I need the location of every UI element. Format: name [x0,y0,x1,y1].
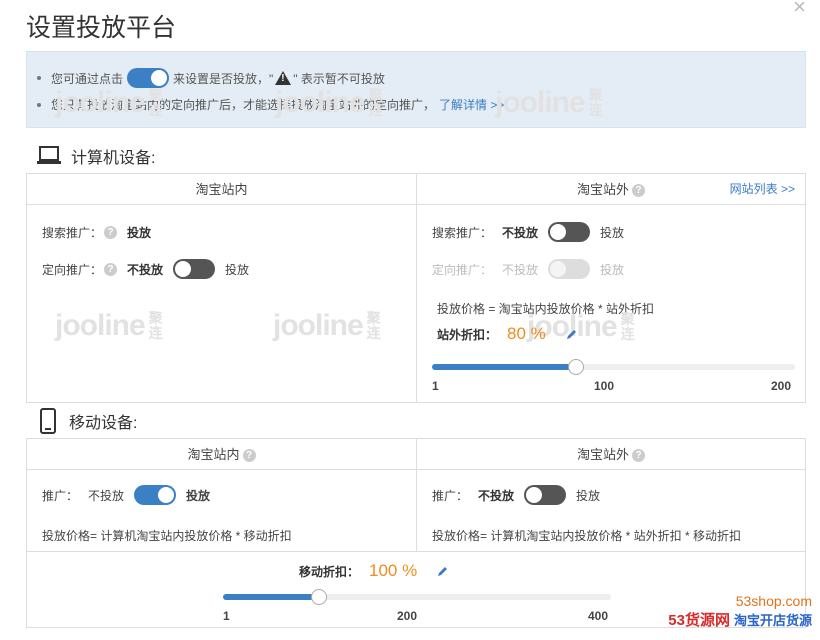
mobile-outside-promo-toggle[interactable] [524,485,567,505]
pc-heading-text: 计算机设备: [71,150,156,167]
pc-outside-rate-row: 站外折扣： 80 % [437,324,578,344]
help-icon[interactable]: ? [242,449,256,463]
pc-inside-column: 淘宝站内 搜索推广： ? 投放 定向推广： ? 不投放 投放 jooline 聚连… [27,174,417,402]
notice-text: 您只有投放淘宝站内的定向推广后，才能选择投放淘宝站外的定向推广， [51,98,436,112]
pc-inside-search-row: 搜索推广： ? 投放 [42,224,161,241]
pc-outside-rate-slider[interactable] [432,359,795,375]
pc-inside-targeted-toggle[interactable] [173,259,216,279]
notice-text: 您可通过点击 [51,71,124,86]
notice-line-1: 您可通过点击 来设置是否投放，" ! " 表示暂不可投放 [37,68,385,88]
watermark-logo: jooline 聚连 [55,309,163,342]
edit-pencil-icon[interactable] [566,328,578,340]
mobile-outside-column: 淘宝站外? 推广： 不投放 投放 投放价格= 计算机淘宝站内投放价格 * 站外折… [417,439,805,551]
pc-outside-search-row: 搜索推广： 不投放 投放 [432,222,624,242]
mobile-heading-text: 移动设备: [69,415,138,432]
notice-text: 来设置是否投放，" [173,71,274,86]
rate-label: 移动折扣： [299,564,360,579]
pc-outside-formula: 投放价格 = 淘宝站内投放价格 * 站外折扣 [437,302,655,316]
notice-line-2: 您只有投放淘宝站内的定向推广后，才能选择投放淘宝站外的定向推广， 了解详情 >> [37,96,504,113]
mobile-inside-header: 淘宝站内? [27,439,416,470]
pc-inside-targeted-row: 定向推广： ? 不投放 投放 [42,259,249,279]
targeted-on-label: 投放 [600,262,625,277]
rate-value: 80 % [507,324,546,343]
search-on-label: 投放 [600,225,625,240]
pc-outside-column: 淘宝站外? 网站列表 >> 搜索推广： 不投放 投放 定向推广： 不投放 投放 … [417,174,805,402]
example-toggle [127,68,170,88]
slider-fill [432,364,577,370]
warning-icon: ! [275,71,292,85]
mobile-outside-promo-row: 推广： 不投放 投放 [432,485,600,505]
promo-label: 推广： [432,488,469,503]
targeted-on-label: 投放 [225,262,250,277]
watermark-logo: jooline 聚连 [495,86,603,119]
search-label: 搜索推广： [432,225,493,240]
targeted-label: 定向推广： [42,262,103,277]
pc-outside-search-toggle[interactable] [548,222,591,242]
site-list-link[interactable]: 网站列表 >> [730,174,795,205]
learn-more-link[interactable]: 了解详情 >> [439,96,504,113]
close-icon[interactable]: × [793,0,806,20]
mobile-inside-column: 淘宝站内? 推广： 不投放 投放 投放价格= 计算机淘宝站内投放价格 * 移动折… [27,439,417,551]
search-label: 搜索推广： [42,226,103,240]
slider-mid-label: 200 [397,609,418,623]
help-icon[interactable]: ? [104,262,118,276]
pc-inside-header: 淘宝站内 [27,174,416,205]
watermark-logo: jooline 聚连 [273,309,381,342]
targeted-off-label: 不投放 [127,262,164,277]
mobile-inside-formula: 投放价格= 计算机淘宝站内投放价格 * 移动折扣 [42,529,292,543]
pc-section-heading: 计算机设备: [37,144,155,168]
edit-pencil-icon[interactable] [437,565,449,577]
promo-label: 推广： [42,488,79,503]
targeted-label: 定向推广： [432,262,493,277]
slider-min-label: 1 [223,609,230,623]
rate-label: 站外折扣： [437,327,498,342]
pc-panel: 淘宝站内 搜索推广： ? 投放 定向推广： ? 不投放 投放 jooline 聚连… [26,173,806,403]
mobile-section-heading: 移动设备: [37,408,137,434]
mobile-rate-row: 移动折扣： 100 % [299,561,449,581]
slider-thumb[interactable] [568,359,585,375]
search-off-label: 不投放 [502,225,539,240]
mobile-outside-formula: 投放价格= 计算机淘宝站内投放价格 * 站外折扣 * 移动折扣 [432,529,742,543]
pc-outside-targeted-row: 定向推广： 不投放 投放 [432,259,624,279]
laptop-icon [37,146,61,164]
help-icon[interactable]: ? [632,449,645,463]
slider-mid-label: 100 [594,379,615,393]
bullet-icon [37,76,41,80]
promo-off-label: 不投放 [88,488,125,503]
bullet-icon [37,102,41,107]
slider-fill [223,594,320,600]
slider-max-label: 400 [588,609,609,623]
brand-watermark: 53shop.com 53货源网 淘宝开店货源 [668,593,812,630]
promo-on-label: 投放 [576,488,601,503]
slider-max-label: 200 [771,379,792,393]
divider [27,551,805,552]
rate-value: 100 % [369,561,418,580]
help-icon[interactable]: ? [104,226,118,239]
notice-text: " 表示暂不可投放 [293,71,385,86]
help-icon[interactable]: ? [632,184,645,198]
notice-box: 您可通过点击 来设置是否投放，" ! " 表示暂不可投放 您只有投放淘宝站内的定… [26,51,806,128]
search-value: 投放 [127,226,152,240]
mobile-inside-promo-toggle[interactable] [134,485,177,505]
promo-off-label: 不投放 [478,488,515,503]
targeted-off-label: 不投放 [502,262,539,277]
slider-thumb[interactable] [311,589,328,605]
slider-min-label: 1 [432,379,439,393]
pc-outside-header: 淘宝站外? 网站列表 >> [417,174,805,205]
brand-domain: 53shop.com [735,593,812,609]
mobile-rate-slider[interactable] [223,589,611,605]
mobile-phone-icon [40,408,56,434]
mobile-outside-header: 淘宝站外? [417,439,805,470]
dialog-title: 设置投放平台 [26,14,177,42]
promo-on-label: 投放 [186,488,211,503]
brand-name: 53货源网 淘宝开店货源 [668,612,812,629]
mobile-inside-promo-row: 推广： 不投放 投放 [42,485,210,505]
pc-outside-targeted-toggle[interactable] [548,259,591,279]
